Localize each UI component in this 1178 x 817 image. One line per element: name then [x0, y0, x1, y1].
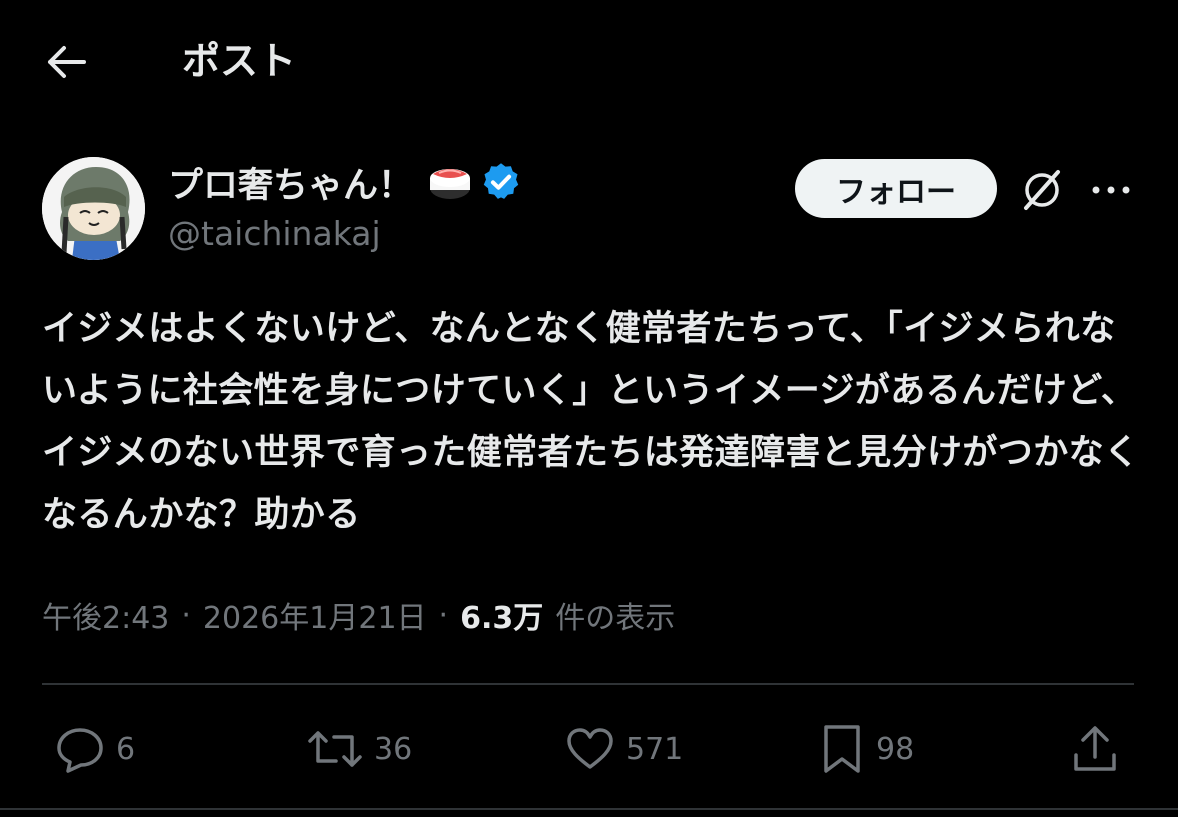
meta-separator: ·: [181, 597, 191, 633]
post-meta: 午後2:43 · 2026年1月21日 · 6.3万 件の表示: [42, 592, 675, 638]
bookmark-button[interactable]: 98: [818, 714, 914, 784]
more-options-icon[interactable]: [1086, 170, 1136, 210]
repost-icon: [308, 731, 362, 767]
heart-icon: [567, 728, 613, 769]
bookmark-icon: [824, 725, 860, 773]
bookmark-count: 98: [876, 731, 915, 767]
sushi-icon: [427, 162, 473, 202]
avatar[interactable]: [42, 157, 145, 260]
share-icon: [1074, 726, 1116, 771]
back-button[interactable]: [40, 38, 92, 86]
action-bar: 6 36 571 98: [0, 714, 1178, 784]
top-bar: ポスト: [0, 0, 1178, 124]
verified-badge-icon[interactable]: [479, 160, 523, 204]
post-date[interactable]: 2026年1月21日: [203, 593, 427, 637]
repost-button[interactable]: 36: [306, 714, 412, 784]
author-name[interactable]: プロ奢ちゃん！: [168, 157, 413, 208]
reply-button[interactable]: 6: [54, 714, 135, 784]
meta-separator-2: ·: [438, 597, 449, 633]
author-name-row[interactable]: プロ奢ちゃん！: [168, 158, 523, 206]
divider: [42, 683, 1134, 685]
repost-count: 36: [374, 731, 413, 767]
bottom-divider: [0, 808, 1178, 810]
views-count[interactable]: 6.3万: [460, 593, 543, 637]
page-title: ポスト: [182, 39, 297, 83]
grok-icon[interactable]: [1016, 166, 1068, 214]
share-button[interactable]: [1070, 714, 1120, 784]
arrow-left-icon: [48, 46, 86, 78]
views-label: 件の表示: [555, 601, 676, 636]
avatar-image: [42, 157, 145, 260]
like-button[interactable]: 571: [564, 714, 683, 784]
reply-count: 6: [116, 731, 136, 767]
reply-icon: [57, 728, 103, 773]
post-time[interactable]: 午後2:43: [42, 593, 169, 637]
like-count: 571: [626, 731, 684, 767]
author-handle[interactable]: @taichinakaj: [168, 212, 381, 256]
follow-button[interactable]: フォロー: [795, 159, 997, 218]
post-body-text: イジメはよくないけど、なんとなく健常者たちって、「イジメられないように社会性を身…: [42, 309, 1140, 535]
